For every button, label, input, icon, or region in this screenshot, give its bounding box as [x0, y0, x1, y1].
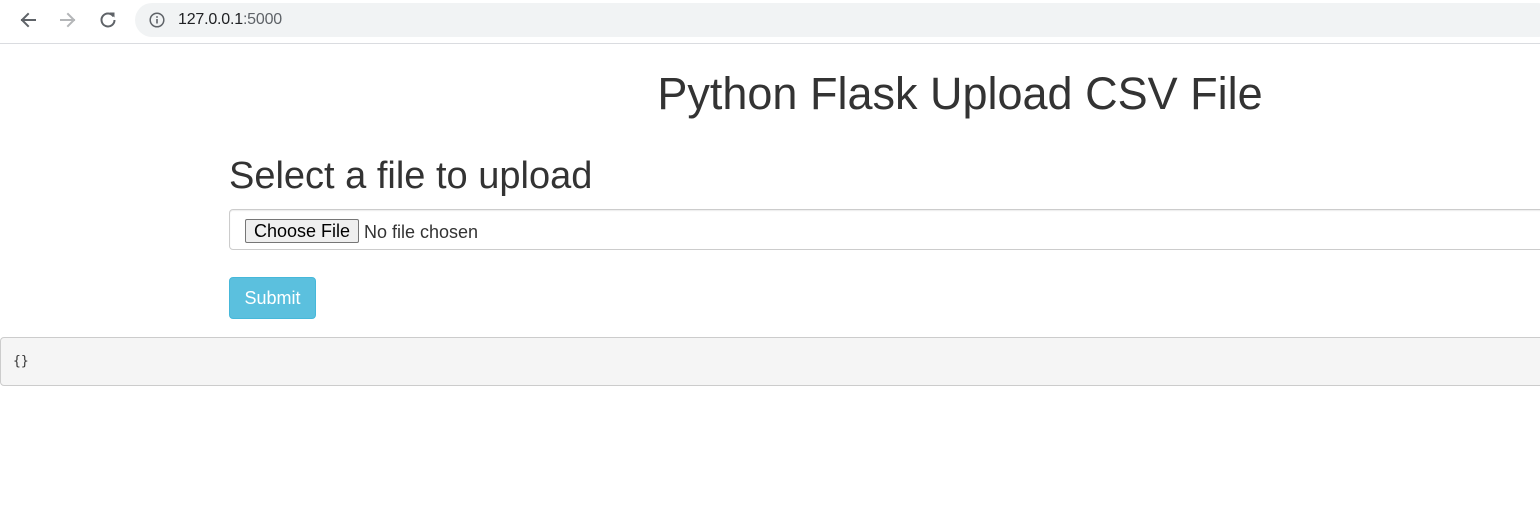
reload-icon [100, 12, 116, 28]
page-title: Python Flask Upload CSV File [657, 68, 1263, 119]
arrow-right-icon [60, 12, 76, 28]
submit-button[interactable]: Submit [229, 277, 316, 319]
arrow-left-icon [20, 12, 36, 28]
browser-toolbar: 127.0.0.1:5000 [0, 0, 1540, 44]
json-output: {} [0, 337, 1540, 386]
upload-heading: Select a file to upload [229, 155, 593, 197]
address-bar[interactable]: 127.0.0.1:5000 [135, 3, 1540, 37]
url-port: :5000 [242, 11, 282, 28]
choose-file-button[interactable]: Choose File [245, 219, 360, 243]
file-status-text: No file chosen [364, 222, 479, 242]
forward-button[interactable] [52, 4, 84, 36]
reload-button[interactable] [92, 4, 124, 36]
file-upload-field[interactable]: Choose File No file chosen [229, 209, 1540, 250]
url-text[interactable]: 127.0.0.1:5000 [178, 11, 282, 29]
url-host: 127.0.0.1 [178, 11, 243, 28]
back-button[interactable] [12, 4, 44, 36]
info-icon[interactable] [149, 12, 165, 28]
